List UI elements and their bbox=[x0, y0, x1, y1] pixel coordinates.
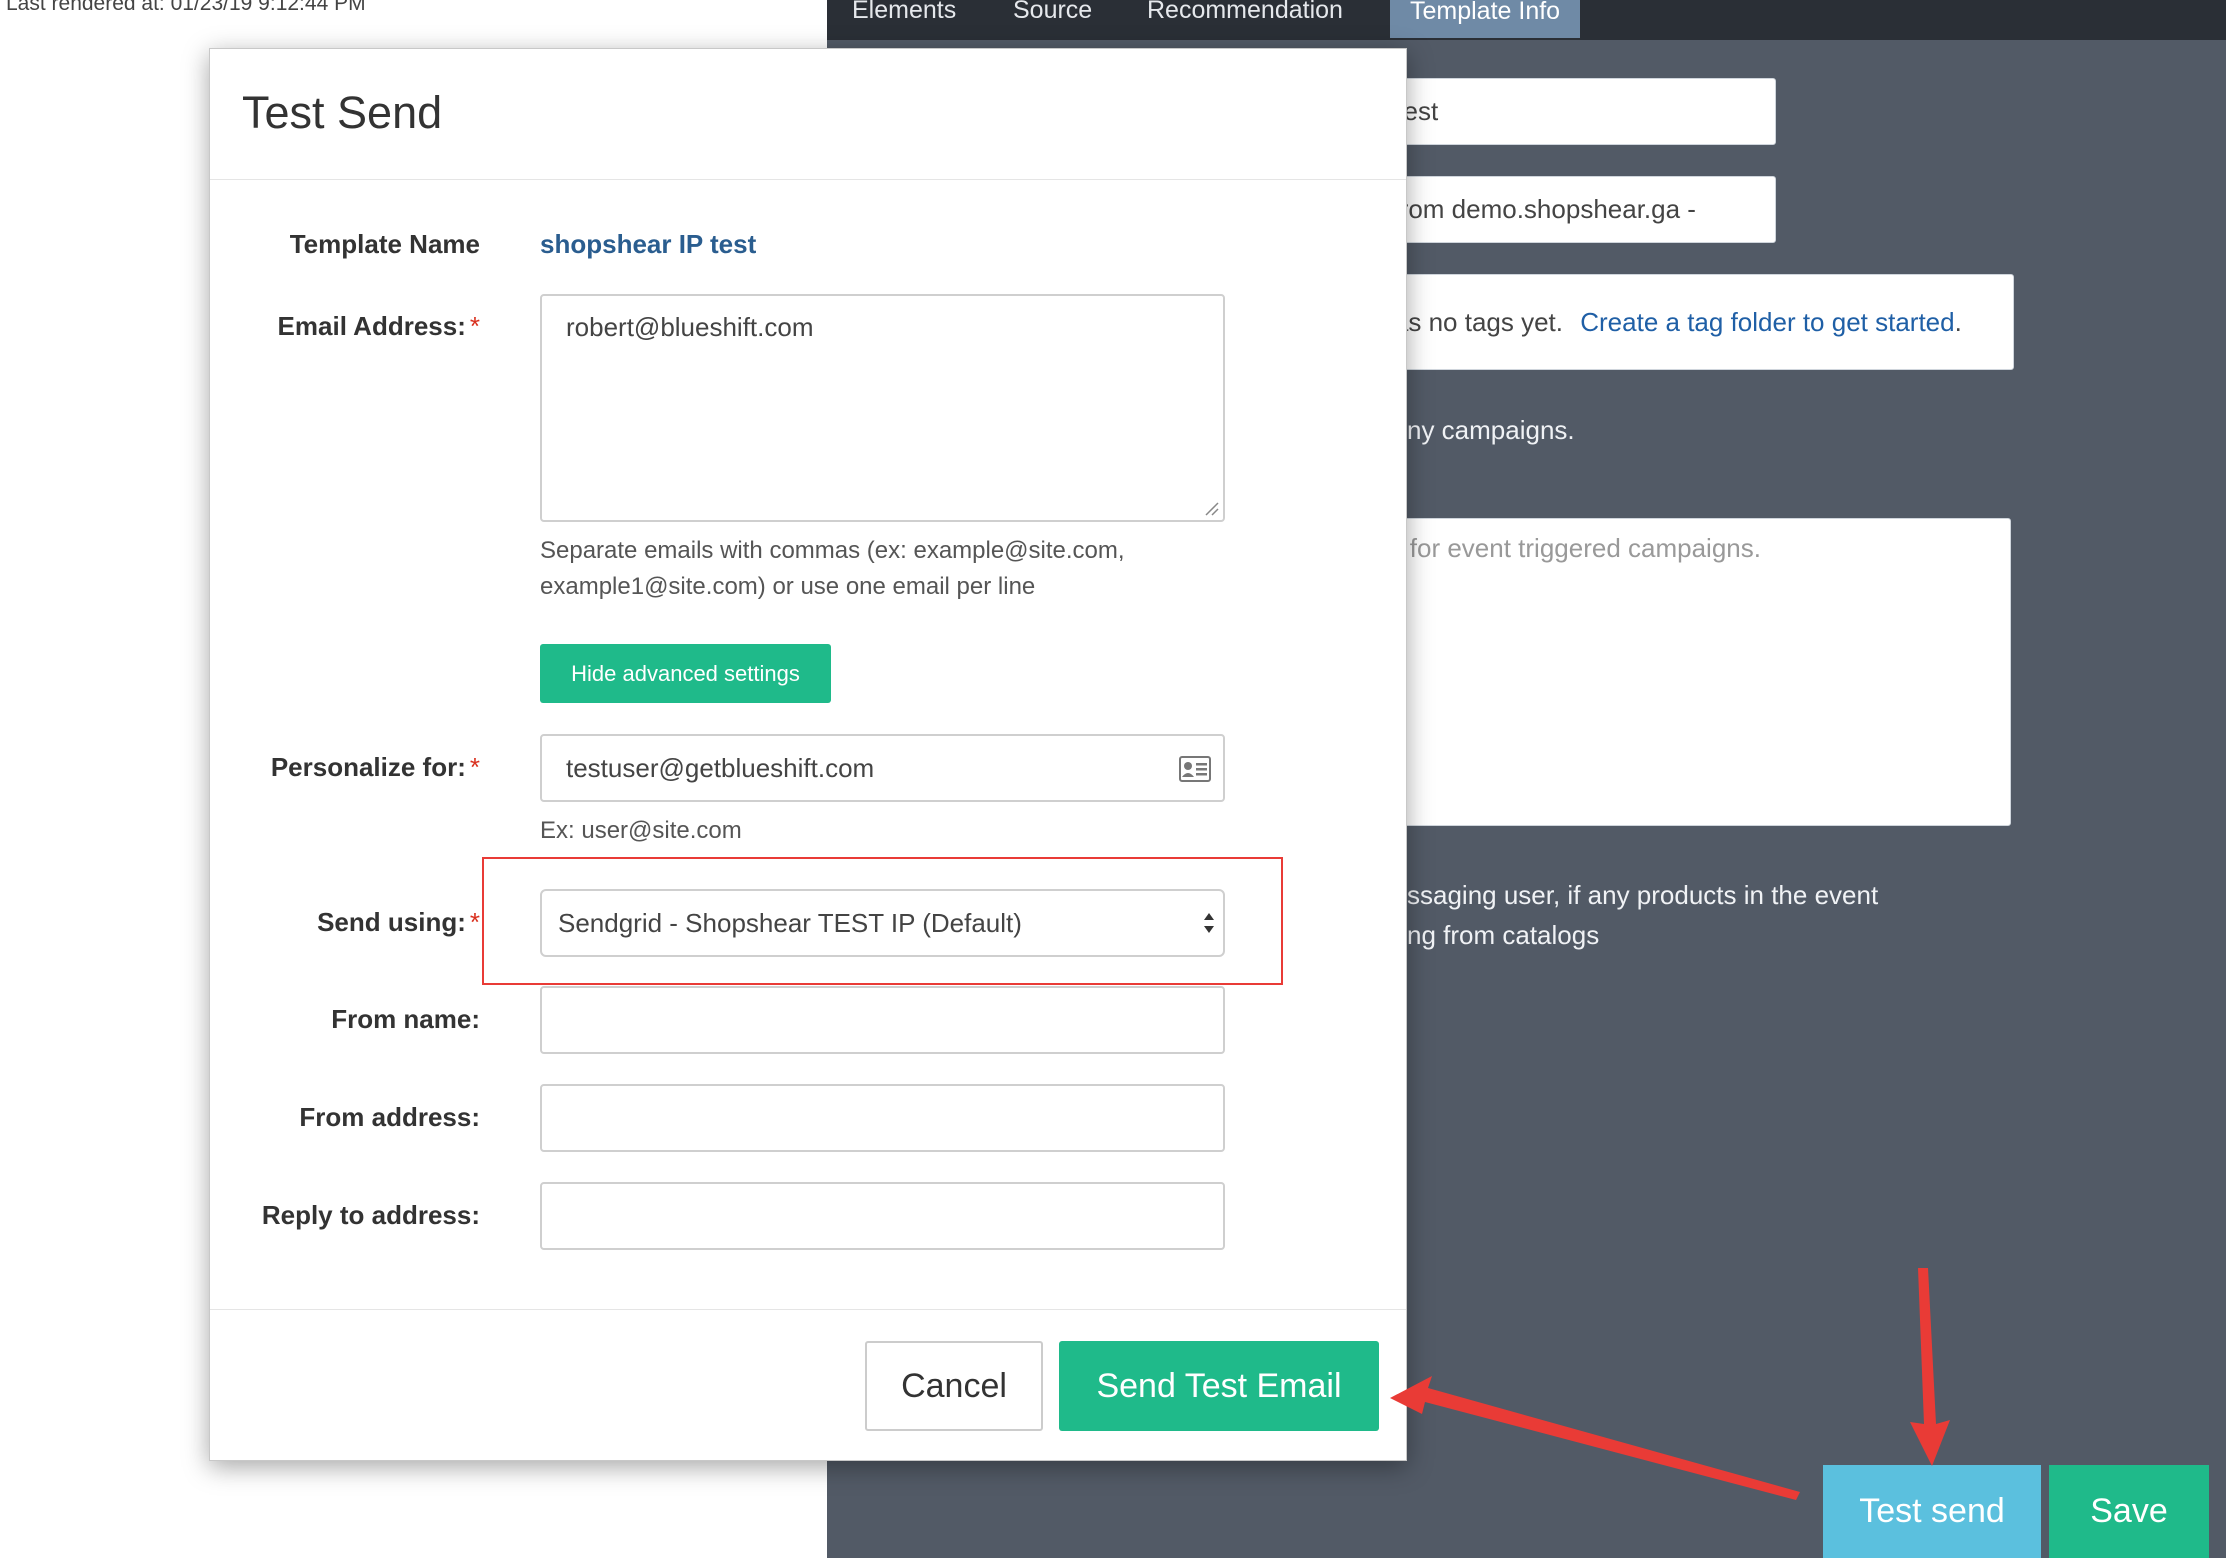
tab-template-info[interactable]: Template Info bbox=[1390, 0, 1581, 38]
modal-header-divider bbox=[210, 179, 1406, 180]
personalize-label-text: Personalize for: bbox=[270, 752, 466, 782]
required-marker: * bbox=[469, 311, 480, 341]
reply-to-label: Reply to address: bbox=[261, 1200, 480, 1230]
send-using-label-text: Send using: bbox=[317, 907, 466, 937]
send-using-label: Send using: * bbox=[210, 907, 480, 938]
campaigns-text: ny campaigns. bbox=[1407, 415, 1575, 445]
reply-to-input[interactable] bbox=[540, 1182, 1225, 1250]
save-button[interactable]: Save bbox=[2049, 1465, 2209, 1558]
email-address-textarea[interactable]: robert@blueshift.com bbox=[540, 294, 1225, 522]
template-name-label: Template Name bbox=[289, 229, 480, 259]
required-marker: * bbox=[469, 752, 480, 782]
tab-source[interactable]: Source bbox=[1013, 0, 1092, 38]
hide-advanced-settings-button[interactable]: Hide advanced settings bbox=[540, 644, 831, 703]
template-name-value: shopshear IP test bbox=[540, 229, 757, 259]
from-name-input[interactable] bbox=[540, 986, 1225, 1054]
personalize-label: Personalize for: * bbox=[210, 752, 480, 783]
email-address-label-text: Email Address: bbox=[277, 311, 466, 341]
required-marker: * bbox=[469, 907, 480, 937]
personalize-help: Ex: user@site.com bbox=[540, 817, 742, 844]
create-tag-folder-link[interactable]: Create a tag folder to get started bbox=[1580, 307, 1954, 337]
personalize-value: testuser@getblueshift.com bbox=[566, 753, 875, 783]
email-help-line-1: Separate emails with commas (ex: example… bbox=[540, 537, 1125, 564]
personalize-input[interactable]: testuser@getblueshift.com bbox=[540, 734, 1225, 802]
tags-period: . bbox=[1954, 307, 1962, 337]
email-address-value: robert@blueshift.com bbox=[566, 312, 814, 342]
test-send-button[interactable]: Test send bbox=[1823, 1465, 2041, 1558]
note-line-1: ssaging user, if any products in the eve… bbox=[1407, 880, 1879, 910]
resize-handle-icon[interactable] bbox=[1203, 500, 1219, 516]
from-address-label: From address: bbox=[299, 1102, 480, 1132]
template-name-input[interactable]: IP test bbox=[1352, 78, 1776, 145]
contact-card-icon[interactable] bbox=[1179, 756, 1211, 782]
modal-title: Test Send bbox=[242, 87, 443, 138]
top-nav: Elements Source Recommendation Template … bbox=[827, 0, 2226, 40]
email-help-line-2: example1@site.com) or use one email per … bbox=[540, 573, 1036, 600]
test-send-modal: Test Send Template Name shopshear IP tes… bbox=[209, 48, 1407, 1461]
cancel-button[interactable]: Cancel bbox=[865, 1341, 1043, 1431]
from-address-input[interactable] bbox=[540, 1084, 1225, 1152]
last-rendered-text: Last rendered at: 01/23/19 9:12:44 PM bbox=[6, 0, 366, 15]
subject-input[interactable]: st from demo.shopshear.ga - bbox=[1352, 176, 1776, 243]
description-placeholder: DN for event triggered campaigns. bbox=[1365, 533, 1761, 563]
tags-box: t has no tags yet. Create a tag folder t… bbox=[1352, 274, 2014, 370]
description-textarea[interactable]: DN for event triggered campaigns. bbox=[1352, 518, 2011, 826]
send-test-email-button[interactable]: Send Test Email bbox=[1059, 1341, 1379, 1431]
highlight-box bbox=[482, 857, 1283, 985]
tab-recommendation[interactable]: Recommendation bbox=[1147, 0, 1343, 38]
from-name-label: From name: bbox=[331, 1004, 480, 1034]
tab-elements[interactable]: Elements bbox=[852, 0, 956, 38]
email-address-label: Email Address: * bbox=[210, 311, 480, 342]
modal-footer-divider bbox=[210, 1309, 1406, 1310]
note-line-2: ng from catalogs bbox=[1407, 920, 1600, 950]
